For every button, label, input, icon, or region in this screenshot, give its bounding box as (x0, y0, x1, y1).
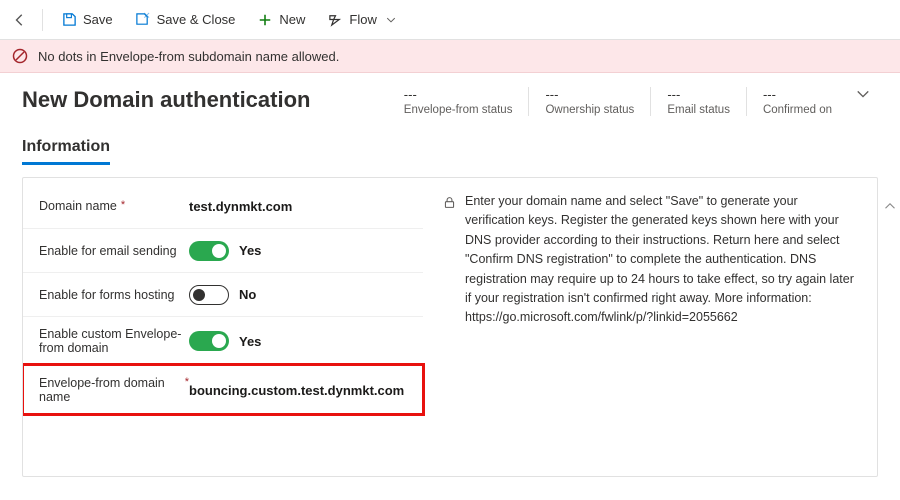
save-close-icon (135, 12, 151, 28)
plus-icon (257, 12, 273, 28)
lock-icon (441, 194, 457, 210)
section-title: Information (22, 138, 110, 165)
info-link[interactable]: https://go.microsoft.com/fwlink/p/?linki… (465, 310, 738, 324)
envelope-domain-value: bouncing.custom.test.dynmkt.com (189, 383, 404, 398)
save-label: Save (83, 12, 113, 27)
form-column: Domain name* test.dynmkt.com Enable for … (23, 178, 423, 476)
status-ownership: --- Ownership status (528, 87, 650, 116)
row-enable-custom-envelope[interactable]: Enable custom Envelope-from domain Yes (23, 316, 423, 365)
flow-button[interactable]: Flow (319, 8, 406, 32)
status-envelope-from: --- Envelope-from status (388, 87, 529, 116)
chevron-down-icon (383, 12, 399, 28)
row-enable-forms[interactable]: Enable for forms hosting No (23, 272, 423, 316)
info-column: Enter your domain name and select "Save"… (423, 178, 877, 476)
info-text: Enter your domain name and select "Save"… (465, 194, 854, 305)
row-envelope-domain-name[interactable]: Envelope-from domain name* bouncing.cust… (23, 365, 423, 414)
enable-email-value: Yes (239, 243, 261, 258)
flow-label: Flow (349, 12, 376, 27)
enable-forms-label: Enable for forms hosting (39, 288, 189, 302)
domain-name-value: test.dynmkt.com (189, 199, 292, 214)
save-close-button[interactable]: Save & Close (127, 8, 244, 32)
error-icon (12, 48, 28, 64)
enable-forms-value: No (239, 287, 256, 302)
enable-custom-env-label: Enable custom Envelope-from domain (39, 327, 189, 355)
envelope-domain-label: Envelope-from domain name* (39, 376, 189, 404)
flow-icon (327, 12, 343, 28)
enable-forms-toggle[interactable] (189, 285, 229, 305)
new-label: New (279, 12, 305, 27)
save-icon (61, 12, 77, 28)
error-message: No dots in Envelope-from subdomain name … (38, 49, 339, 64)
row-enable-email[interactable]: Enable for email sending Yes (23, 228, 423, 272)
save-button[interactable]: Save (53, 8, 121, 32)
row-domain-name[interactable]: Domain name* test.dynmkt.com (23, 184, 423, 228)
page-header: New Domain authentication --- Envelope-f… (0, 73, 900, 126)
header-expand-button[interactable] (848, 87, 878, 101)
new-button[interactable]: New (249, 8, 313, 32)
status-group: --- Envelope-from status --- Ownership s… (388, 87, 848, 116)
enable-email-toggle[interactable] (189, 241, 229, 261)
back-button[interactable] (8, 8, 32, 32)
page-title: New Domain authentication (22, 87, 310, 113)
information-panel: Domain name* test.dynmkt.com Enable for … (22, 177, 878, 477)
status-email: --- Email status (650, 87, 746, 116)
save-close-label: Save & Close (157, 12, 236, 27)
enable-email-label: Enable for email sending (39, 244, 189, 258)
info-text-block: Enter your domain name and select "Save"… (465, 192, 859, 462)
status-confirmed-on: --- Confirmed on (746, 87, 848, 116)
domain-name-label: Domain name* (39, 199, 189, 213)
toolbar-separator (42, 9, 43, 31)
section-header: Information (0, 126, 900, 165)
scroll-up-indicator[interactable] (884, 200, 896, 215)
error-banner: No dots in Envelope-from subdomain name … (0, 40, 900, 73)
enable-custom-env-value: Yes (239, 334, 261, 349)
enable-custom-env-toggle[interactable] (189, 331, 229, 351)
chevron-down-icon (856, 87, 870, 101)
arrow-left-icon (12, 12, 28, 28)
toolbar: Save Save & Close New Flow (0, 0, 900, 40)
